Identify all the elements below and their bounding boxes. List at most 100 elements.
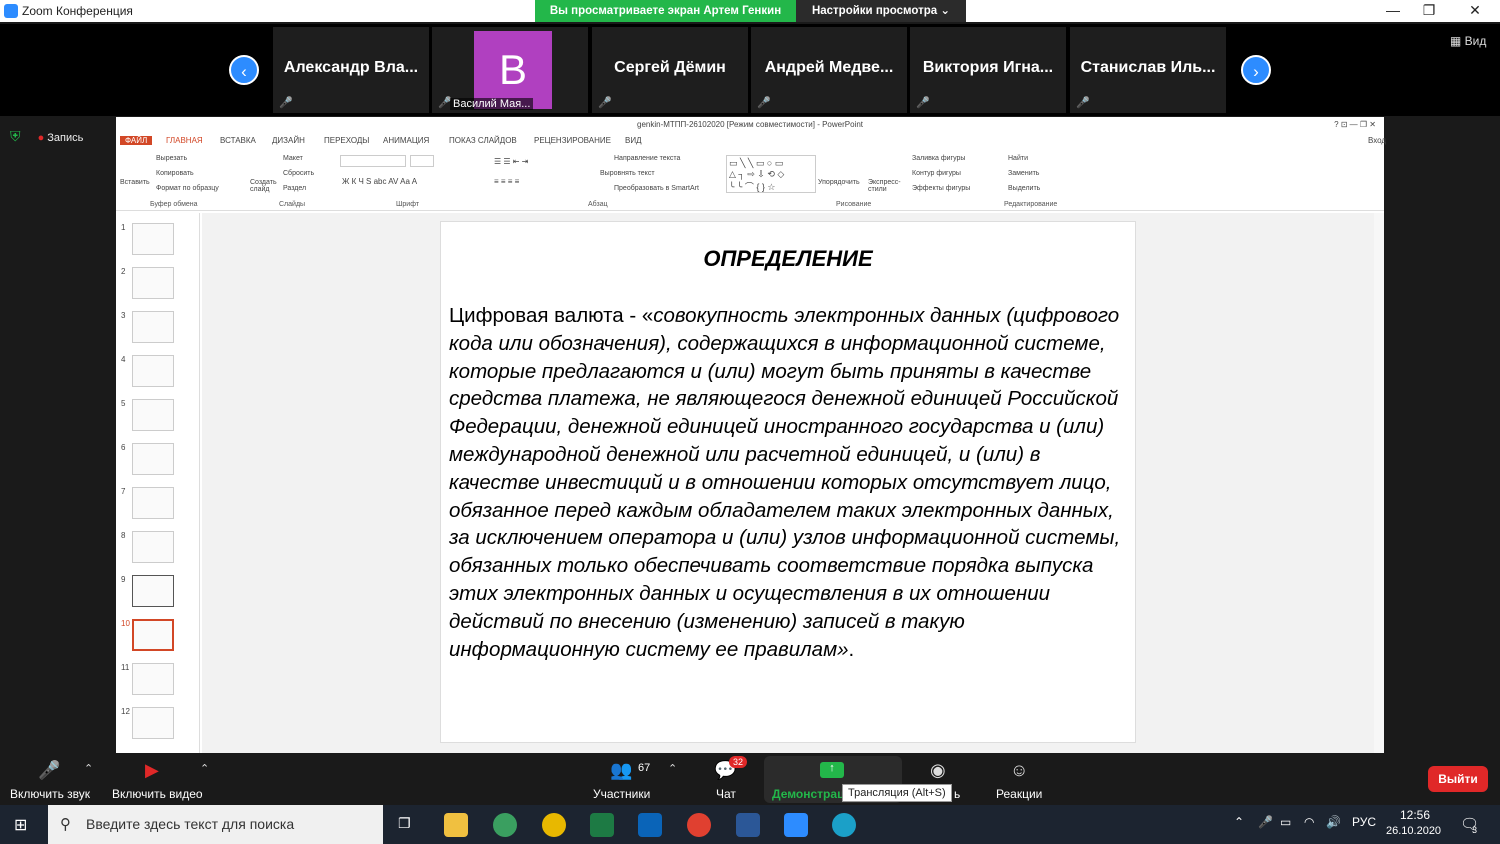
view-button[interactable]: ▦ Вид (1450, 34, 1486, 48)
font-format-buttons[interactable]: Ж К Ч S abc AV Aa A (342, 177, 417, 186)
gallery-next-icon[interactable]: › (1241, 55, 1271, 85)
wifi-icon[interactable]: ◠ (1304, 815, 1314, 829)
tab-slideshow[interactable]: ПОКАЗ СЛАЙДОВ (449, 136, 517, 145)
participant-tile[interactable]: Александр Вла... 🎤 (273, 27, 429, 113)
chat-button[interactable]: Чат (716, 787, 736, 801)
slide-thumbnail[interactable] (132, 267, 174, 299)
font-size-input[interactable] (410, 155, 434, 167)
participants-icon[interactable]: 👥 (610, 760, 632, 781)
font-family-input[interactable] (340, 155, 406, 167)
slide-thumbnail[interactable] (132, 355, 174, 387)
slide-canvas[interactable]: ОПРЕДЕЛЕНИЕ Цифровая валюта - «совокупно… (440, 221, 1136, 743)
tab-view[interactable]: ВИД (625, 136, 642, 145)
mic-tray-icon[interactable]: 🎤 (1258, 815, 1273, 829)
language-indicator[interactable]: РУС (1352, 815, 1376, 829)
participant-tile[interactable]: Андрей Медве... 🎤 (751, 27, 907, 113)
paste-button[interactable]: Вставить (120, 179, 150, 186)
file-explorer-icon[interactable] (444, 813, 468, 837)
audio-button[interactable]: Включить звук (10, 787, 90, 801)
shape-outline-button[interactable]: Контур фигуры (912, 170, 961, 177)
slide-thumbnail[interactable] (132, 575, 174, 607)
vertical-scrollbar[interactable] (1374, 213, 1384, 753)
section-button[interactable]: Раздел (283, 185, 306, 192)
battery-icon[interactable]: ▭ (1280, 815, 1291, 829)
quick-styles-button[interactable]: Экспресс-стили (868, 179, 904, 193)
taskbar-search[interactable]: ⚲ Введите здесь текст для поиска (48, 805, 383, 844)
slide-thumbnail[interactable] (132, 663, 174, 695)
leave-button[interactable]: Выйти (1428, 766, 1488, 792)
tab-insert[interactable]: ВСТАВКА (220, 136, 256, 145)
participants-button[interactable]: Участники (593, 787, 650, 801)
clock-time[interactable]: 12:56 (1400, 808, 1430, 822)
tray-chevron-icon[interactable]: ⌃ (1234, 815, 1244, 829)
participant-tile[interactable]: Виктория Игна... 🎤 (910, 27, 1066, 113)
shape-effects-button[interactable]: Эффекты фигуры (912, 185, 970, 192)
reactions-button[interactable]: Реакции (996, 787, 1042, 801)
zoom-icon[interactable] (784, 813, 808, 837)
browser-icon[interactable] (493, 813, 517, 837)
muted-mic-icon[interactable]: 🎤 (38, 760, 60, 781)
video-off-icon[interactable]: ▶ (145, 760, 159, 781)
layout-button[interactable]: Макет (283, 155, 303, 162)
gallery-prev-icon[interactable]: ‹ (229, 55, 259, 85)
minimize-icon[interactable]: — (1378, 2, 1408, 18)
tab-transitions[interactable]: ПЕРЕХОДЫ (324, 136, 369, 145)
chrome-icon[interactable] (687, 813, 711, 837)
share-screen-button[interactable]: Демонстрац (772, 787, 844, 801)
edge-icon[interactable] (832, 813, 856, 837)
chevron-up-icon[interactable]: ⌃ (668, 762, 677, 775)
maximize-icon[interactable]: ❐ (1414, 2, 1444, 19)
new-slide-button[interactable]: Создать слайд (250, 179, 280, 193)
copy-button[interactable]: Копировать (156, 170, 194, 177)
slide-thumbnail[interactable] (132, 311, 174, 343)
slide-number: 10 (121, 619, 130, 628)
word-icon[interactable] (736, 813, 760, 837)
reset-button[interactable]: Сбросить (283, 170, 314, 177)
participant-tile[interactable]: Станислав Иль... 🎤 (1070, 27, 1226, 113)
shape-fill-button[interactable]: Заливка фигуры (912, 155, 965, 162)
view-options-button[interactable]: Настройки просмотра ⌄ (796, 0, 966, 22)
clock-date[interactable]: 26.10.2020 (1386, 825, 1441, 837)
tab-animations[interactable]: АНИМАЦИЯ (383, 136, 429, 145)
slide-thumbnail[interactable] (132, 399, 174, 431)
replace-button[interactable]: Заменить (1008, 170, 1039, 177)
format-painter-button[interactable]: Формат по образцу (156, 185, 219, 192)
share-screen-icon[interactable]: ↑ (820, 762, 844, 778)
video-button[interactable]: Включить видео (112, 787, 203, 801)
find-button[interactable]: Найти (1008, 155, 1028, 162)
slide-thumbnail[interactable] (132, 487, 174, 519)
windows-start-icon[interactable]: ⊞ (14, 815, 27, 835)
chevron-up-icon[interactable]: ⌃ (84, 762, 93, 775)
slide-thumbnail[interactable] (132, 531, 174, 563)
shapes-gallery[interactable]: ▭ ╲ ╲ ▭ ○ ▭ △ ┐ ⇨ ⇩ ⟲ ◇ ╰ ╰ ⌒ { } ☆ (726, 155, 816, 193)
participant-tile[interactable]: Сергей Дёмин 🎤 (592, 27, 748, 113)
tab-file[interactable]: ФАЙЛ (120, 136, 153, 145)
participant-tile[interactable]: B 🎤 Василий Мая... (432, 27, 588, 113)
align-text-button[interactable]: Выровнять текст (600, 170, 655, 177)
excel-icon[interactable] (590, 813, 614, 837)
task-view-icon[interactable]: ❐ (398, 815, 411, 832)
slide-thumbnail[interactable] (132, 443, 174, 475)
align-buttons[interactable]: ≡ ≡ ≡ ≡ (494, 177, 519, 186)
slide-thumbnail-selected[interactable] (132, 619, 174, 651)
1c-icon[interactable] (542, 813, 566, 837)
signin-link[interactable]: Вход (1368, 136, 1386, 145)
tab-review[interactable]: РЕЦЕНЗИРОВАНИЕ (534, 136, 611, 145)
select-button[interactable]: Выделить (1008, 185, 1040, 192)
slide-thumbnail[interactable] (132, 707, 174, 739)
cut-button[interactable]: Вырезать (156, 155, 187, 162)
tab-design[interactable]: ДИЗАЙН (272, 136, 305, 145)
record-icon[interactable]: ◉ (930, 760, 946, 781)
outlook-icon[interactable] (638, 813, 662, 837)
smartart-button[interactable]: Преобразовать в SmartArt (614, 185, 699, 192)
tab-home[interactable]: ГЛАВНАЯ (166, 136, 203, 145)
list-buttons[interactable]: ☰ ☰ ⇤ ⇥ (494, 157, 528, 166)
slide-thumbnail[interactable] (132, 223, 174, 255)
close-icon[interactable]: ✕ (1460, 2, 1490, 19)
arrange-button[interactable]: Упорядочить (818, 179, 860, 186)
volume-icon[interactable]: 🔊 (1326, 815, 1341, 829)
text-direction-button[interactable]: Направление текста (614, 155, 680, 162)
reactions-icon[interactable]: ☺ (1010, 760, 1028, 781)
ppt-window-controls[interactable]: ? ⊡ — ❐ ✕ (1334, 117, 1376, 133)
chevron-up-icon[interactable]: ⌃ (200, 762, 209, 775)
